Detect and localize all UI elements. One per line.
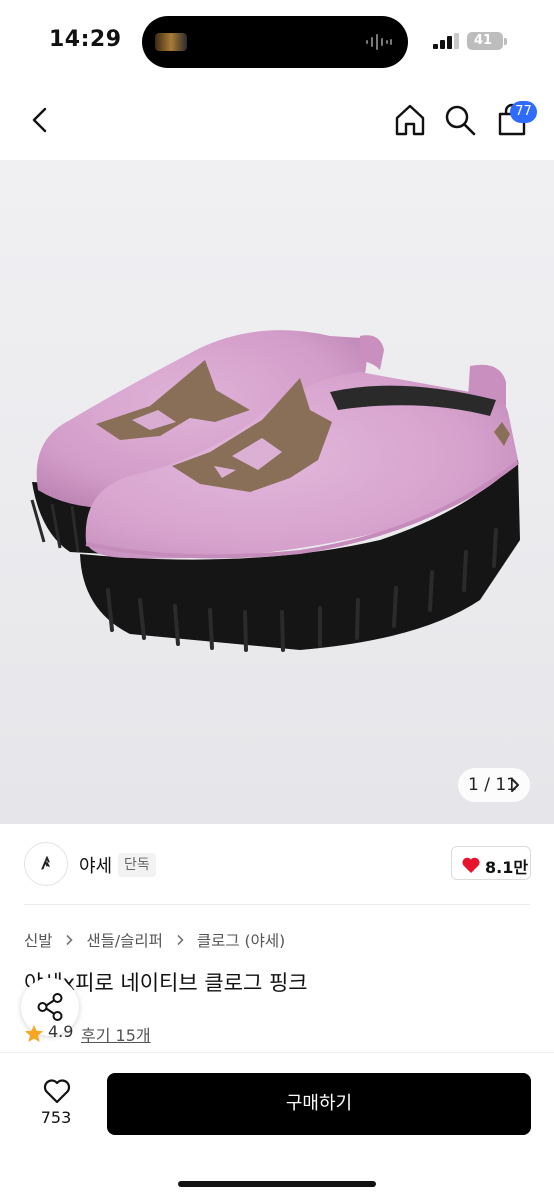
- heart-icon: [462, 857, 480, 873]
- pink-clog-shoes-image: [30, 330, 520, 652]
- status-time: 14:29: [49, 27, 122, 52]
- exclusive-badge: 단독: [118, 853, 156, 877]
- breadcrumb: 신발 샌들/슬리퍼 클로그 (야세): [24, 929, 285, 951]
- breadcrumb-item-clog[interactable]: 클로그 (야세): [197, 929, 285, 951]
- now-playing-thumbnail: [155, 33, 187, 51]
- rating-value: 4.9: [48, 1022, 74, 1041]
- home-icon[interactable]: [392, 102, 428, 138]
- star-icon: [25, 1025, 43, 1042]
- review-count-link[interactable]: 후기 15개: [81, 1022, 151, 1046]
- breadcrumb-item-sandals[interactable]: 샌들/슬리퍼: [86, 929, 163, 951]
- cart-count-badge[interactable]: 77: [510, 101, 537, 123]
- product-image[interactable]: [0, 160, 554, 824]
- image-page-indicator[interactable]: 1 / 11: [458, 768, 530, 802]
- seller-avatar[interactable]: ꤴ: [24, 842, 68, 886]
- battery-level: 41: [473, 33, 493, 48]
- section-divider: [24, 904, 530, 905]
- chevron-right-icon: [511, 778, 519, 792]
- breadcrumb-item-shoes[interactable]: 신발: [24, 929, 53, 951]
- cellular-signal-icon: [433, 33, 459, 49]
- battery-icon: 41: [467, 32, 503, 50]
- chevron-right-icon: [177, 934, 184, 946]
- share-icon: [37, 993, 63, 1021]
- buy-button[interactable]: 구매하기: [107, 1073, 531, 1135]
- chevron-right-icon: [66, 934, 74, 946]
- heart-outline-icon[interactable]: [42, 1077, 72, 1105]
- battery-cap: [504, 38, 507, 45]
- status-bar: 14:29 41: [0, 0, 554, 84]
- like-button[interactable]: 8.1만: [451, 846, 531, 880]
- search-icon[interactable]: [442, 102, 478, 138]
- seller-name[interactable]: 야세: [79, 852, 112, 878]
- dynamic-island: [142, 16, 408, 68]
- like-count: 8.1만: [485, 858, 529, 877]
- home-indicator: [178, 1181, 376, 1187]
- back-arrow-icon[interactable]: [24, 103, 58, 137]
- seller-logo-text: ꤴ: [41, 854, 51, 874]
- audio-waveform-icon: [366, 34, 392, 50]
- wish-count: 753: [40, 1108, 72, 1127]
